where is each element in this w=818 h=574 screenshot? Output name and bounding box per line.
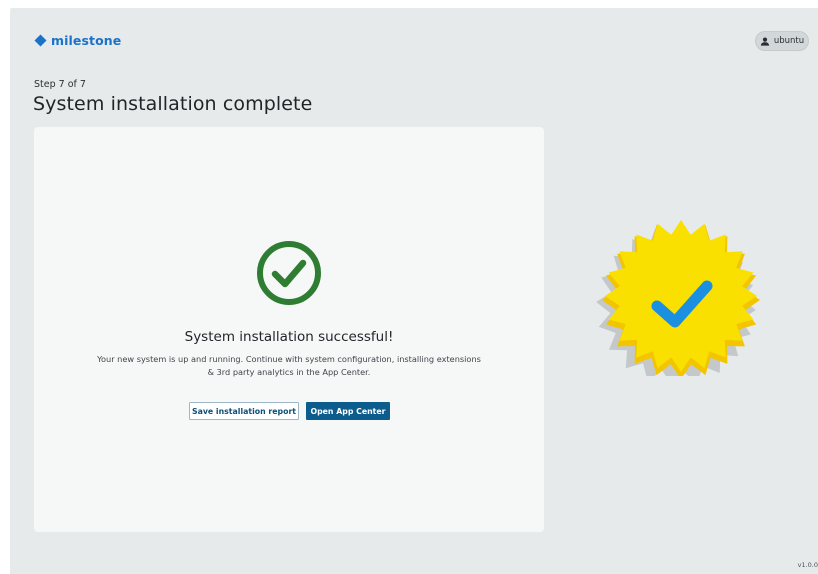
- user-icon: [760, 37, 770, 46]
- page-title: System installation complete: [33, 93, 313, 115]
- success-description-line-1: Your new system is up and running. Conti…: [97, 354, 481, 364]
- installer-window: milestone ubuntu Step 7 of 7 System inst…: [10, 8, 818, 574]
- milestone-logo: milestone: [34, 33, 121, 48]
- version-label: v1.0.0: [797, 561, 818, 569]
- user-name: ubuntu: [773, 36, 805, 46]
- save-installation-report-button[interactable]: Save installation report: [189, 402, 299, 420]
- check-circle-icon: [256, 240, 322, 310]
- success-title: System installation successful!: [184, 329, 394, 345]
- success-description-line-2: & 3rd party analytics in the App Center.: [207, 367, 371, 377]
- verified-badge-icon: [585, 206, 775, 386]
- step-indicator: Step 7 of 7: [34, 79, 86, 90]
- success-description: Your new system is up and running. Conti…: [74, 353, 504, 379]
- logo-text: milestone: [51, 33, 122, 48]
- user-menu-button[interactable]: ubuntu: [755, 31, 809, 51]
- result-card: System installation successful! Your new…: [34, 127, 544, 532]
- open-app-center-button[interactable]: Open App Center: [306, 402, 390, 420]
- diamond-logo-icon: [34, 34, 47, 47]
